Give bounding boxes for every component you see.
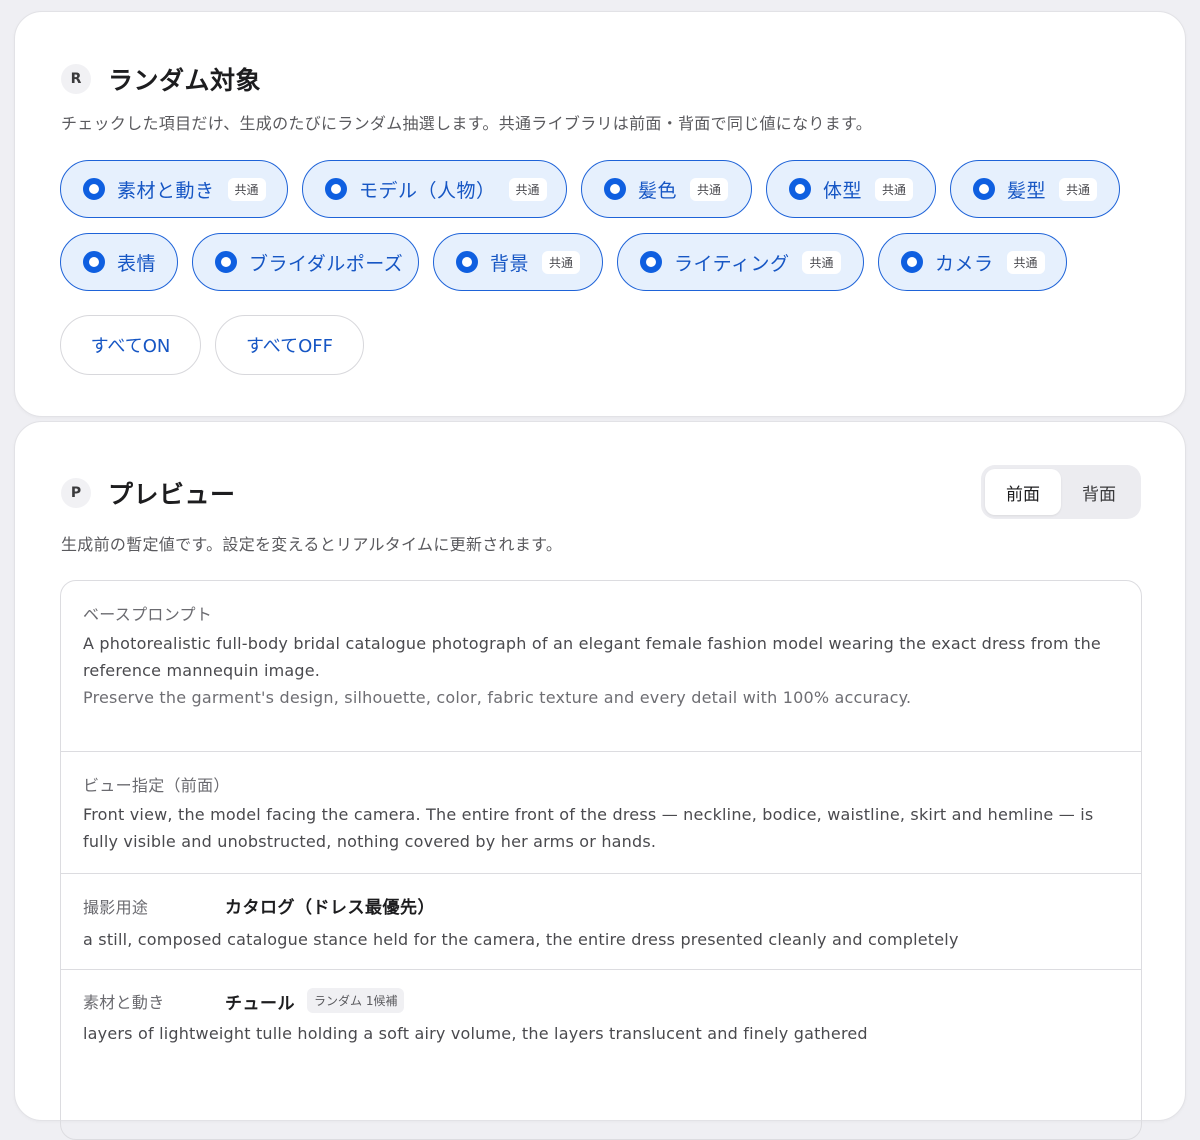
usage-text: a still, composed catalogue stance held …	[83, 930, 959, 949]
chip-label: 髪色	[638, 179, 678, 202]
material-value: チュール	[225, 994, 295, 1014]
radio-checked-icon	[215, 251, 237, 273]
chip-expression[interactable]: 表情	[60, 233, 178, 291]
section-title: ランダム対象	[108, 66, 262, 95]
front-back-toggle: 前面 背面	[981, 465, 1141, 519]
radio-checked-icon	[901, 251, 923, 273]
chip-material-motion[interactable]: 素材と動き 共通	[60, 160, 288, 218]
usage-row: 撮影用途 カタログ（ドレス最優先） a still, composed cata…	[61, 874, 1141, 970]
chip-body-type[interactable]: 体型 共通	[766, 160, 936, 218]
material-text: layers of lightweight tulle holding a so…	[83, 1024, 868, 1043]
section-letter-badge: P	[61, 478, 91, 508]
chip-label: モデル（人物）	[359, 179, 496, 202]
all-on-button[interactable]: すべてON	[60, 315, 201, 375]
chip-model[interactable]: モデル（人物） 共通	[302, 160, 567, 218]
material-row: 素材と動き チュール ランダム 1候補 layers of lightweigh…	[61, 970, 1141, 1139]
random-target-card: R ランダム対象 チェックした項目だけ、生成のたびにランダム抽選します。共通ライ…	[14, 11, 1186, 417]
radio-checked-icon	[83, 251, 105, 273]
radio-checked-icon	[640, 251, 662, 273]
radio-checked-icon	[789, 178, 811, 200]
chip-label: ブライダルポーズ	[249, 252, 404, 275]
chip-label: ライティング	[674, 252, 790, 275]
view-row: ビュー指定（前面） Front view, the model facing t…	[61, 752, 1141, 874]
chip-background[interactable]: 背景 共通	[433, 233, 603, 291]
toggle-back[interactable]: 背面	[1061, 469, 1137, 515]
all-off-button[interactable]: すべてOFF	[215, 315, 364, 375]
chip-label: 背景	[490, 252, 530, 275]
shared-tag: 共通	[690, 177, 729, 201]
section-letter-badge: R	[61, 64, 91, 94]
base-prompt-line2: Preserve the garment's design, silhouett…	[83, 688, 912, 707]
shared-tag: 共通	[508, 177, 547, 201]
preview-section-header: P プレビュー	[61, 475, 236, 511]
radio-checked-icon	[83, 178, 105, 200]
shared-tag: 共通	[1006, 250, 1045, 274]
base-prompt-row: ベースプロンプト A photorealistic full-body brid…	[61, 581, 1141, 752]
shared-tag: 共通	[875, 177, 914, 201]
preview-panel: ベースプロンプト A photorealistic full-body brid…	[60, 580, 1142, 1140]
chip-lighting[interactable]: ライティング 共通	[617, 233, 864, 291]
view-text: Front view, the model facing the camera.…	[83, 805, 1094, 851]
row-label: ビュー指定（前面）	[83, 776, 230, 795]
shared-tag: 共通	[1059, 177, 1098, 201]
row-label: ベースプロンプト	[83, 605, 213, 624]
radio-checked-icon	[325, 178, 347, 200]
section-description: チェックした項目だけ、生成のたびにランダム抽選します。共通ライブラリは前面・背面…	[61, 114, 873, 133]
random-section-header: R ランダム対象	[61, 61, 261, 97]
shared-tag: 共通	[802, 250, 841, 274]
toggle-front[interactable]: 前面	[985, 469, 1061, 515]
chip-label: 髪型	[1007, 179, 1047, 202]
radio-checked-icon	[456, 251, 478, 273]
random-candidate-tag: ランダム 1候補	[307, 988, 405, 1013]
chip-camera[interactable]: カメラ 共通	[878, 233, 1067, 291]
shared-tag: 共通	[227, 177, 266, 201]
chip-hair-color[interactable]: 髪色 共通	[581, 160, 752, 218]
usage-value: カタログ（ドレス最優先）	[225, 898, 435, 918]
row-label: 撮影用途	[83, 898, 149, 917]
chip-label: 表情	[117, 252, 157, 275]
chip-label: カメラ	[935, 252, 994, 275]
chip-label: 体型	[823, 179, 863, 202]
shared-tag: 共通	[542, 250, 581, 274]
radio-checked-icon	[604, 178, 626, 200]
base-prompt-text: A photorealistic full-body bridal catalo…	[83, 630, 1111, 711]
chip-hairstyle[interactable]: 髪型 共通	[950, 160, 1120, 218]
chip-bridal-pose[interactable]: ブライダルポーズ	[192, 233, 419, 291]
row-label: 素材と動き	[83, 993, 165, 1012]
radio-checked-icon	[973, 178, 995, 200]
preview-card: P プレビュー 前面 背面 生成前の暫定値です。設定を変えるとリアルタイムに更新…	[14, 421, 1186, 1140]
section-description: 生成前の暫定値です。設定を変えるとリアルタイムに更新されます。	[61, 535, 563, 554]
section-title: プレビュー	[108, 480, 236, 509]
chip-label: 素材と動き	[117, 179, 215, 202]
base-prompt-line1: A photorealistic full-body bridal catalo…	[83, 634, 1101, 680]
